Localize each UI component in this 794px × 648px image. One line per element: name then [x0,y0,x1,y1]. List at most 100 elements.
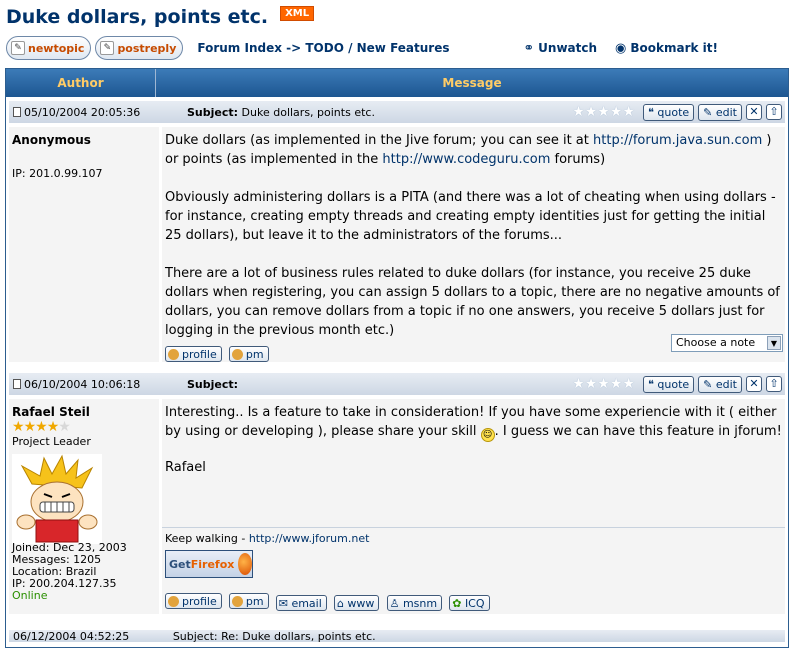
globe-icon: ◉ [615,40,627,56]
table-header: Author Message [6,69,788,97]
bookmark-link[interactable]: ◉ Bookmark it! [615,41,718,56]
post-subject: Subject: Duke dollars, points etc. [187,106,375,119]
signature-divider [162,527,785,528]
post-paragraph: There are a lot of business rules relate… [165,266,780,338]
author-column-header: Author [6,69,156,97]
edit-button[interactable]: ✎ edit [698,375,742,393]
user-icon [168,348,179,360]
post-link[interactable]: http://forum.java.sun.com [593,133,762,148]
unwatch-link[interactable]: ⚭ Unwatch [523,41,597,56]
binoculars-icon: ⚭ [523,40,535,56]
xml-feed-badge[interactable]: XML [280,5,315,21]
post-link[interactable]: http://www.codeguru.com [382,152,550,167]
text: forums) [550,152,606,167]
text: Firefox [190,557,235,571]
post-date: 05/10/2004 20:05:36 [9,106,159,119]
email-button[interactable]: ✉ email [275,595,327,611]
edit-icon: ✎ [703,377,713,391]
new-topic-label: newtopic [28,41,85,55]
profile-button[interactable]: profile [165,346,222,362]
get-firefox-button[interactable]: Get Firefox [165,550,253,578]
envelope-icon: ✉ [278,596,288,610]
author-stats: Joined: Dec 23, 2003 Messages: 1205 Loca… [12,542,127,602]
star-icon: ★ [35,419,48,435]
signature-link[interactable]: http://www.jforum.net [249,532,370,545]
post-reply-label: postreply [117,41,177,55]
msnm-button[interactable]: ♙ msnm [386,595,443,611]
quote-label: quote [657,377,690,391]
post-date-text: 06/10/2004 10:06:18 [24,377,141,391]
subject-label: Subject: [172,630,218,642]
bookmark-label: Bookmark it! [630,40,718,55]
post-tools: ★★★★★ ❝ quote ✎ edit ✕ ⇧ [572,103,785,121]
post-date: 06/10/2004 10:06:18 [9,378,159,391]
home-icon: ⌂ [336,596,344,610]
pm-button[interactable]: pm [228,593,269,609]
pm-button[interactable]: pm [228,346,269,362]
breadcrumb[interactable]: Forum Index -> TODO / New Features [197,41,449,55]
smiley-icon: ☺ [480,428,495,442]
online-status: Online [12,589,48,602]
post-date-text: 05/10/2004 20:05:36 [24,105,141,119]
signature: Keep walking - http://www.jforum.net Get… [162,523,785,578]
page-header: Duke dollars, points etc. XML [6,2,315,32]
avatar [12,454,102,544]
topic-actions: ⚭ Unwatch ◉ Bookmark it! [523,41,718,56]
posts-table: Author Message 05/10/2004 20:05:36 Subje… [5,68,789,648]
author-name[interactable]: Anonymous [12,133,156,147]
post-paragraph: Interesting.. Is a feature to take in co… [165,403,782,442]
edit-label: edit [715,105,737,119]
unwatch-label: Unwatch [538,40,598,55]
back-to-top-icon[interactable]: ⇧ [766,376,782,392]
star-icon: ★ [23,419,37,435]
rating-stars[interactable]: ★★★★★ [572,104,635,120]
author-ip: IP: 201.0.99.107 [12,167,103,180]
text: Duke dollars (as implemented in the Jive… [165,133,594,148]
post-reply-button[interactable]: ✎ postreply [95,36,184,60]
text: . I guess we can have this feature in jf… [494,424,782,439]
icq-label: ICQ [464,596,485,610]
post-header-bar: 06/12/2004 04:52:25 Subject: Re: Duke do… [9,630,785,642]
page-title: Duke dollars, points etc. [6,6,269,28]
post-tools: ★★★★★ ❝ quote ✎ edit ✕ ⇧ [572,375,785,393]
post-author-panel: Rafael Steil ★★★★★ Project Leader Joined… [9,399,159,614]
users-icon [231,348,243,360]
star-icon: ★ [58,419,71,435]
delete-icon[interactable]: ✕ [746,104,762,120]
signature-line: Keep walking - http://www.jforum.net [162,532,785,546]
note-select[interactable]: Choose a note ▼ [671,334,783,352]
quote-icon: ❝ [647,105,654,119]
new-topic-button[interactable]: ✎ newtopic [6,36,92,60]
post-date-text: 06/12/2004 04:52:25 [13,630,130,642]
profile-button[interactable]: profile [165,593,222,609]
edit-button[interactable]: ✎ edit [698,103,742,121]
star-icon: ★ [46,419,60,435]
page-icon [13,378,21,389]
rating-stars[interactable]: ★★★★★ [572,376,635,392]
www-button[interactable]: ⌂ www [333,595,380,611]
edit-icon: ✎ [703,105,713,119]
back-to-top-icon[interactable]: ⇧ [766,104,782,120]
post-body: Interesting.. Is a feature to take in co… [162,399,785,614]
star-icon: ★ [12,419,25,435]
icq-button[interactable]: ✿ ICQ [449,595,490,611]
edit-label: edit [715,377,737,391]
quote-button[interactable]: ❝ quote [642,375,695,393]
post-paragraph: Duke dollars (as implemented in the Jive… [165,131,782,169]
author-name[interactable]: Rafael Steil [12,405,156,419]
post-author-panel: Anonymous IP: 201.0.99.107 [9,127,159,362]
post-row: Anonymous IP: 201.0.99.107 Duke dollars … [9,127,785,362]
profile-label: profile [182,594,217,608]
message-column-header: Message [442,76,502,90]
pencil-icon: ✎ [100,41,115,55]
note-select-value: Choose a note [676,336,756,349]
post-paragraph: Rafael [165,460,206,475]
delete-icon[interactable]: ✕ [746,376,762,392]
firefox-logo-icon [238,553,252,575]
pm-label: pm [245,347,264,361]
profile-label: profile [182,347,217,361]
post-row: Rafael Steil ★★★★★ Project Leader Joined… [9,399,785,614]
messenger-icon: ♙ [389,596,400,610]
post-user-actions: profile pm ✉ email ⌂ www ♙ msnm ✿ ICQ [165,593,493,613]
quote-button[interactable]: ❝ quote [642,103,695,121]
